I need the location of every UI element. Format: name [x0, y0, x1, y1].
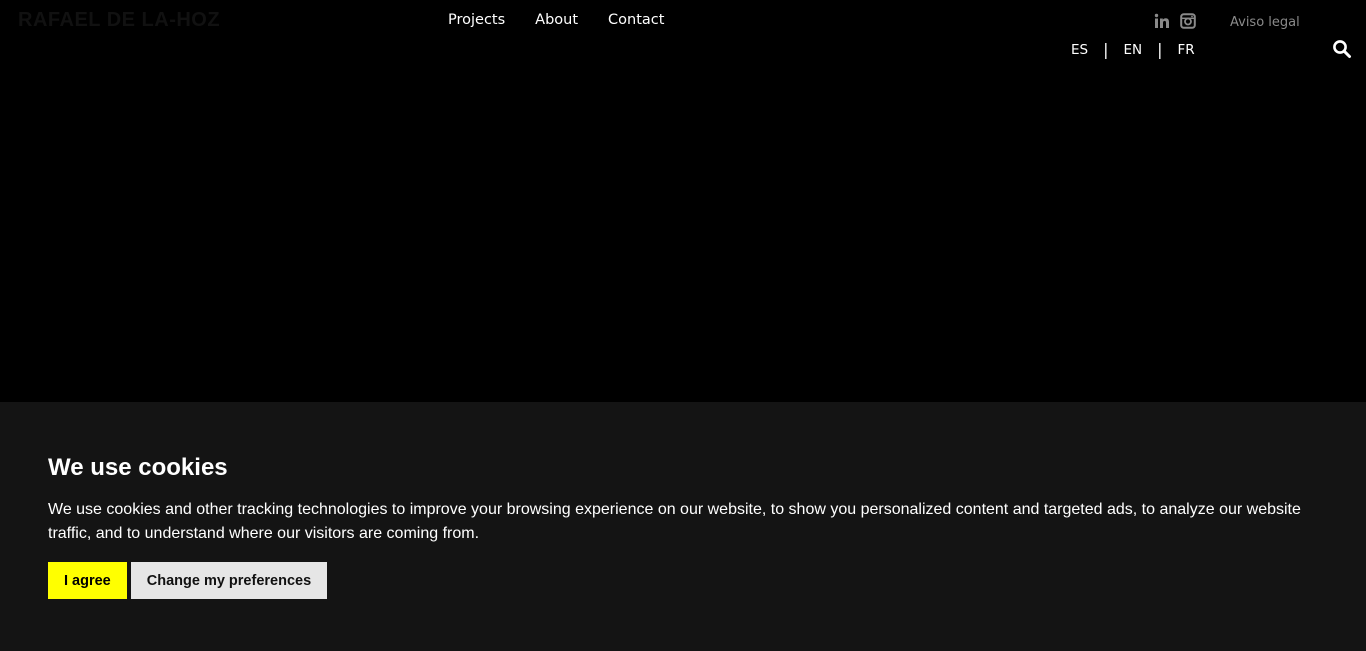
language-separator: | [1157, 40, 1163, 59]
nav-link-projects[interactable]: Projects [448, 10, 505, 30]
language-switcher: ES | EN | FR [1071, 40, 1195, 59]
cookie-description: We use cookies and other tracking techno… [48, 501, 1301, 542]
language-separator: | [1103, 40, 1109, 59]
language-fr[interactable]: FR [1178, 42, 1195, 58]
nav-link-contact[interactable]: Contact [608, 10, 664, 30]
main-nav: Projects About Contact [448, 10, 664, 30]
social-links [1154, 13, 1196, 29]
legal-notice-link[interactable]: Aviso legal [1230, 15, 1300, 30]
agree-button[interactable]: I agree [48, 562, 127, 599]
site-logo[interactable]: RAFAEL DE LA-HOZ [18, 9, 220, 32]
change-preferences-button[interactable]: Change my preferences [130, 562, 328, 599]
instagram-icon[interactable] [1180, 13, 1196, 29]
cookie-title: We use cookies [48, 454, 228, 481]
language-es[interactable]: ES [1071, 42, 1088, 58]
search-icon[interactable] [1332, 39, 1352, 59]
nav-link-about[interactable]: About [535, 10, 578, 30]
linkedin-icon[interactable] [1154, 13, 1170, 29]
cookie-actions: I agree Change my preferences [48, 562, 1318, 599]
language-en[interactable]: EN [1124, 42, 1143, 58]
cookie-banner: We use cookies We use cookies and other … [0, 402, 1366, 651]
page: RAFAEL DE LA-HOZ Projects About Contact … [0, 0, 1366, 651]
